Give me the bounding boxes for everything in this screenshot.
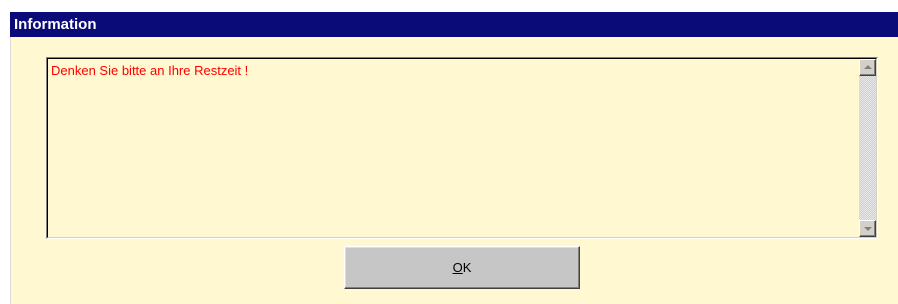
message-memo-frame: Denken Sie bitte an Ihre Restzeit ! (46, 57, 878, 239)
message-memo[interactable]: Denken Sie bitte an Ihre Restzeit ! (47, 58, 877, 238)
message-text: Denken Sie bitte an Ihre Restzeit ! (51, 63, 249, 78)
vertical-scrollbar[interactable] (859, 59, 876, 237)
ok-button[interactable]: OK (344, 246, 580, 289)
scroll-down-button[interactable] (859, 220, 876, 237)
scroll-up-button[interactable] (859, 59, 876, 76)
ok-button-mnemonic: O (452, 260, 463, 275)
arrow-down-icon (864, 227, 872, 231)
ok-button-label-rest: K (462, 260, 472, 275)
information-dialog: Information Denken Sie bitte an Ihre Res… (8, 10, 898, 304)
arrow-up-icon (864, 65, 872, 69)
dialog-title: Information (10, 12, 898, 37)
